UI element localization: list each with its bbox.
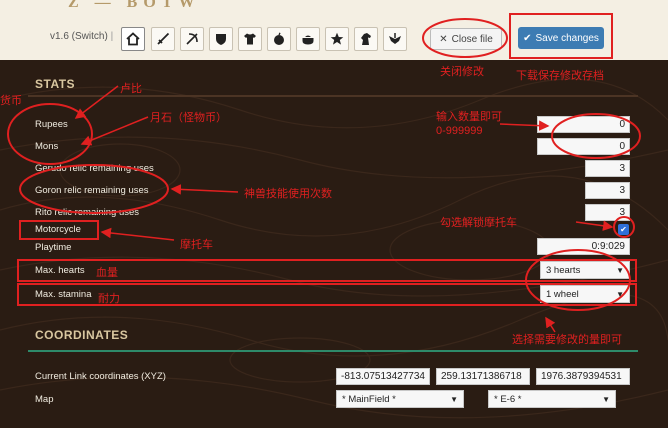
tab-weapons[interactable]: [151, 27, 175, 51]
annotation-quantity-1: 输入数量即可: [436, 111, 502, 123]
mons-label: Mons: [35, 141, 59, 152]
annotation-save: 下载保存修改存档: [516, 70, 604, 82]
tab-horses[interactable]: [354, 27, 378, 51]
coord-z-input[interactable]: 1976.3879394531: [536, 368, 630, 385]
chevron-down-icon: ▼: [616, 265, 624, 275]
close-file-button[interactable]: ✕ Close file: [430, 28, 502, 50]
close-icon: ✕: [439, 33, 448, 45]
coord-x-input[interactable]: -813.07513427734: [336, 368, 430, 385]
annotation-close: 关闭修改: [440, 66, 484, 78]
home-icon: [126, 32, 140, 46]
shirt-icon: [244, 33, 256, 45]
top-toolbar: Z — BOTW v1.6 (Switch) | ✕ Close file ✔ …: [0, 0, 668, 60]
coordinates-divider: [28, 350, 638, 352]
gerudo-relic-label: Gerudo relic remaining uses: [35, 163, 154, 174]
coordinates-heading: COORDINATES: [35, 328, 129, 342]
link-coordinates-label: Current Link coordinates (XYZ): [35, 371, 166, 382]
annotation-checkbox: 勾选解锁摩托车: [440, 217, 517, 229]
gerudo-relic-input[interactable]: 3: [585, 160, 630, 177]
shield-icon: [216, 34, 226, 45]
annotation-rupees: 卢比: [120, 83, 142, 95]
coord-y-input[interactable]: 259.13171386718: [436, 368, 530, 385]
annotation-mons: 月石（怪物币）: [150, 112, 227, 124]
app-logo: Z — BOTW: [68, 0, 201, 11]
apple-icon: [274, 32, 284, 45]
tab-bows[interactable]: [180, 27, 204, 51]
mons-input[interactable]: 0: [537, 138, 630, 155]
playtime-input[interactable]: 0:9:029: [537, 238, 630, 255]
crest-icon: [389, 33, 401, 44]
rito-relic-label: Rito relic remaining uses: [35, 207, 140, 218]
tab-shields[interactable]: [209, 27, 233, 51]
annotation-quantity-2: 0-999999: [436, 125, 483, 137]
tab-home[interactable]: [121, 27, 145, 51]
pot-icon: [302, 35, 314, 45]
rupees-label: Rupees: [35, 119, 68, 130]
goron-relic-input[interactable]: 3: [585, 182, 630, 199]
annotation-select: 选择需要修改的量即可: [512, 334, 622, 346]
playtime-label: Playtime: [35, 242, 72, 253]
map-label: Map: [35, 394, 54, 405]
max-hearts-select[interactable]: 3 hearts ▼: [540, 261, 630, 279]
motorcycle-label: Motorcycle: [35, 224, 81, 235]
annotation-stamina: 耐力: [98, 293, 120, 305]
rupees-input[interactable]: 0: [537, 116, 630, 133]
sword-icon: [157, 32, 170, 45]
map-area-select[interactable]: * E-6 * ▼: [488, 390, 616, 408]
editor-panel: STATS Rupees 0 Mons 0 Gerudo relic remai…: [0, 60, 668, 428]
chevron-down-icon: ▼: [450, 394, 458, 404]
motorcycle-checkbox[interactable]: ✔: [618, 224, 629, 235]
bow-icon: [186, 33, 198, 45]
annotation-currency: 货币: [0, 95, 22, 107]
goron-relic-label: Goron relic remaining uses: [35, 185, 149, 196]
tab-armor[interactable]: [238, 27, 262, 51]
stats-heading: STATS: [35, 77, 76, 91]
rito-relic-input[interactable]: 3: [585, 204, 630, 221]
checkmark-icon: ✔: [620, 224, 627, 234]
max-hearts-label: Max. hearts: [35, 265, 85, 276]
horse-icon: [361, 33, 371, 45]
tab-food[interactable]: [296, 27, 320, 51]
annotation-relic: 神兽技能使用次数: [244, 188, 332, 200]
annotation-hearts: 血量: [96, 267, 118, 279]
save-changes-button[interactable]: ✔ Save changes: [518, 27, 604, 49]
map-select[interactable]: * MainField * ▼: [336, 390, 464, 408]
tab-key-items[interactable]: [325, 27, 349, 51]
chevron-down-icon: ▼: [616, 289, 624, 299]
check-icon: ✔: [523, 32, 532, 44]
chevron-down-icon: ▼: [602, 394, 610, 404]
tab-master-mode[interactable]: [383, 27, 407, 51]
max-stamina-label: Max. stamina: [35, 289, 92, 300]
star-icon: [330, 32, 344, 45]
version-label: v1.6 (Switch) |: [50, 31, 114, 42]
tab-materials[interactable]: [267, 27, 291, 51]
annotation-motorcycle: 摩托车: [180, 239, 213, 251]
max-stamina-select[interactable]: 1 wheel ▼: [540, 285, 630, 303]
